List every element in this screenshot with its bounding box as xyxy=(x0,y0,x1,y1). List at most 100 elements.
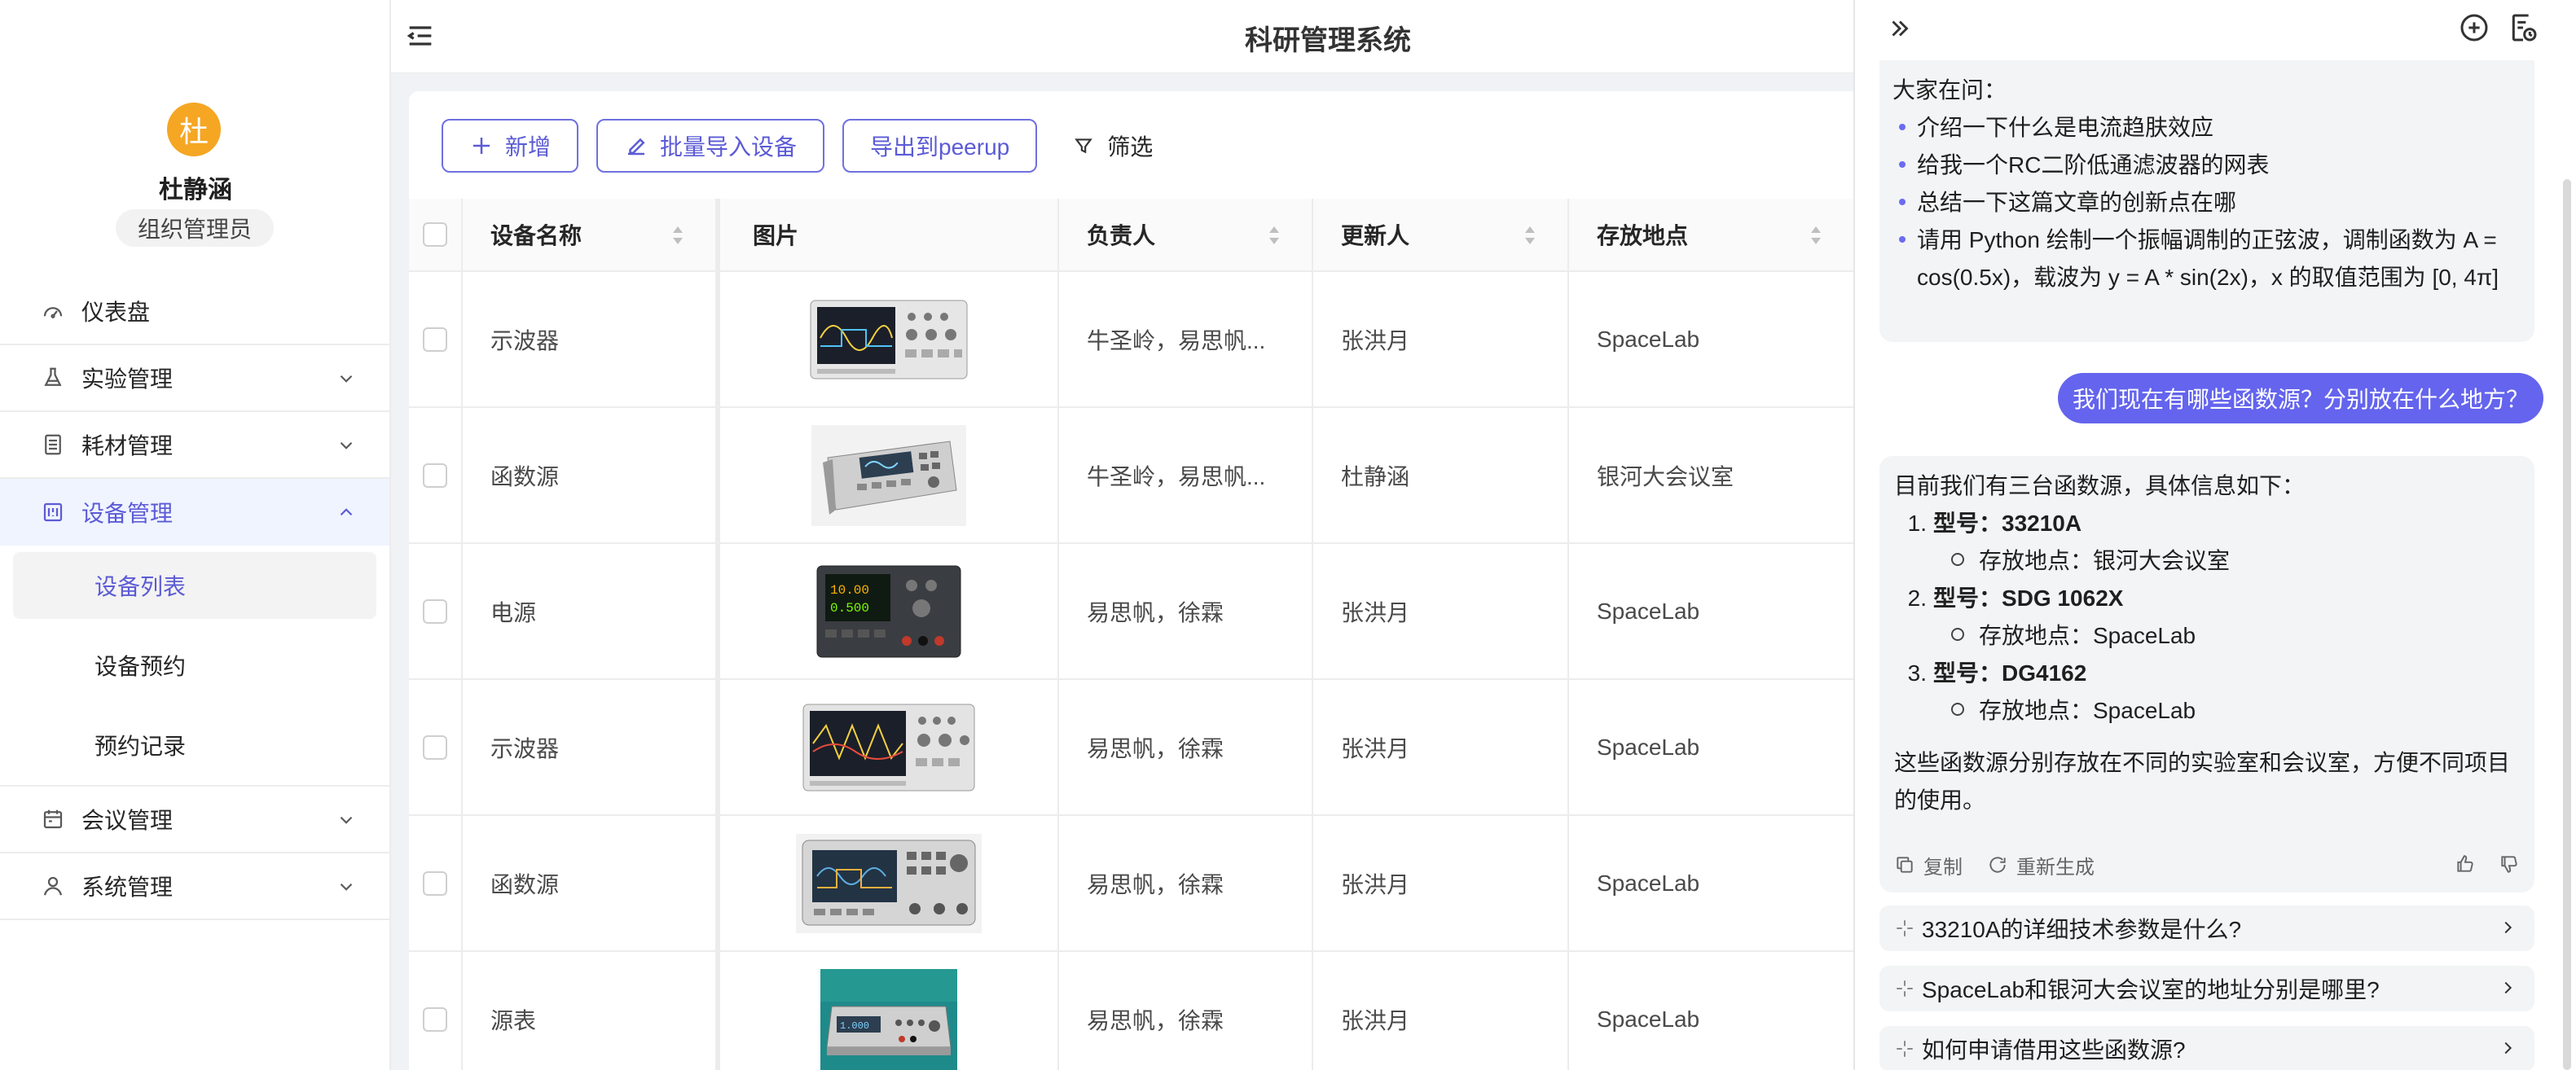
select-all-checkbox[interactable] xyxy=(423,222,447,247)
item-number: 2. xyxy=(1907,585,1927,611)
table-row[interactable]: 示波器 易思帆，徐霖 张洪月 SpaceLab xyxy=(409,680,1853,816)
assistant-answer: 目前我们有三台函数源，具体信息如下： 1. 型号：33210A 存放地点：银河大会… xyxy=(1879,456,2534,892)
answer-subitem: 存放地点：SpaceLab xyxy=(1894,692,2520,730)
item-label: 型号： xyxy=(1933,585,2002,611)
suggestion-list: 介绍一下什么是电流趋肤效应 给我一个RC二阶低通滤波器的网表 总结一下这篇文章的… xyxy=(1892,109,2521,296)
suggestion-item[interactable]: 介绍一下什么是电流趋肤效应 xyxy=(1892,109,2521,147)
chevron-down-icon xyxy=(340,883,353,891)
table-row[interactable]: 源表 1.000 易思帆，徐霖 张洪月 SpaceLab xyxy=(409,952,1853,1070)
row-checkbox[interactable] xyxy=(423,1006,447,1032)
row-checkbox[interactable] xyxy=(423,327,447,352)
sidebar-item-label: 会议管理 xyxy=(81,808,174,833)
updater-cell: 张洪月 xyxy=(1312,272,1567,406)
table-row[interactable]: 电源 10.00 0.500 易思帆，徐霖 张洪月 SpaceLab xyxy=(409,544,1853,680)
followup-label: SpaceLab和银河大会议室的地址分别是哪里? xyxy=(1922,977,2380,1002)
row-checkbox[interactable] xyxy=(423,735,447,760)
regenerate-label: 重新生成 xyxy=(2016,856,2095,879)
sidebar-item-device-booking[interactable]: 设备预约 xyxy=(13,632,376,699)
column-header-location[interactable]: 存放地点 xyxy=(1567,199,1853,270)
copy-icon xyxy=(1897,857,1913,873)
user-message: 我们现在有哪些函数源？分别放在什么地方？ xyxy=(2057,373,2543,423)
feedback-buttons xyxy=(2432,853,2520,875)
function-generator-image[interactable] xyxy=(796,833,982,933)
function-generator-image[interactable] xyxy=(811,424,966,526)
add-button[interactable]: 新增 xyxy=(442,119,579,173)
sidebar-item-meetings[interactable]: 会议管理 xyxy=(0,787,389,853)
new-chat-icon[interactable] xyxy=(2458,11,2490,44)
edit-icon xyxy=(628,138,645,156)
device-list-panel: 新增 批量导入设备 导出到peerup 筛选 设备名称 图片 负责人 更新人 存… xyxy=(409,91,1853,1070)
sort-icon[interactable] xyxy=(671,223,684,248)
suggestion-item[interactable]: 给我一个RC二阶低通滤波器的网表 xyxy=(1892,147,2521,184)
table-row[interactable]: 函数源 牛圣岭，易思帆... 杜静涵 银河大会议室 xyxy=(409,408,1853,544)
user-name: 杜静涵 xyxy=(159,177,232,204)
suggestion-item[interactable]: 请用 Python 绘制一个振幅调制的正弦波，调制函数为 A = cos(0.5… xyxy=(1892,221,2521,296)
double-chevron-right-icon[interactable] xyxy=(1886,15,1914,42)
sort-icon[interactable] xyxy=(1268,223,1281,248)
sidebar-item-system[interactable]: 系统管理 xyxy=(0,853,389,920)
followup-question[interactable]: 33210A的详细技术参数是什么? xyxy=(1879,906,2534,951)
chat-scrollbar[interactable] xyxy=(2563,179,2571,1070)
oscilloscope-image[interactable] xyxy=(802,701,976,794)
owner-cell: 易思帆，徐霖 xyxy=(1057,680,1312,814)
followup-label: 如何申请借用这些函数源? xyxy=(1922,1037,2186,1063)
table-row[interactable]: 函数源 易思帆，徐霖 张洪月 SpaceLab xyxy=(409,816,1853,952)
row-check-cell xyxy=(409,408,463,542)
answer-list: 1. 型号：33210A 存放地点：银河大会议室 2. 型号：SDG 1062X 存… xyxy=(1894,505,2520,730)
thumbs-up-icon[interactable] xyxy=(2455,853,2476,875)
sidebar-item-booking-records[interactable]: 预约记录 xyxy=(13,712,376,778)
sort-icon[interactable] xyxy=(1809,223,1822,248)
device-image-cell xyxy=(715,272,1057,406)
batch-import-label: 批量导入设备 xyxy=(660,134,798,160)
row-checkbox[interactable] xyxy=(423,463,447,488)
column-header-name[interactable]: 设备名称 xyxy=(463,199,715,270)
thumbs-down-icon[interactable] xyxy=(2499,853,2520,875)
column-label: 图片 xyxy=(753,223,799,248)
regenerate-button[interactable]: 重新生成 xyxy=(1987,851,2095,879)
device-name-cell: 函数源 xyxy=(490,463,560,489)
row-check-cell xyxy=(409,680,463,814)
updater-cell: 张洪月 xyxy=(1312,680,1567,814)
updater-cell: 张洪月 xyxy=(1312,544,1567,678)
avatar[interactable]: 杜 xyxy=(167,103,221,156)
table-header: 设备名称 图片 负责人 更新人 存放地点 xyxy=(409,199,1853,272)
column-header-owner[interactable]: 负责人 xyxy=(1057,199,1312,270)
row-checkbox[interactable] xyxy=(423,599,447,624)
sidebar-item-device-list[interactable]: 设备列表 xyxy=(13,552,376,619)
row-checkbox[interactable] xyxy=(423,870,447,896)
item-model: 33210A xyxy=(2002,511,2082,536)
updater-cell: 张洪月 xyxy=(1312,816,1567,950)
sidebar-item-consumables[interactable]: 耗材管理 xyxy=(0,412,389,479)
filter-button[interactable]: 筛选 xyxy=(1073,129,1153,162)
history-icon[interactable] xyxy=(2507,11,2539,44)
item-model: SDG 1062X xyxy=(2002,585,2124,611)
sidebar-item-label: 实验管理 xyxy=(81,366,174,392)
user-icon xyxy=(39,872,67,900)
source-meter-image[interactable]: 1.000 xyxy=(820,968,957,1070)
top-header: 科研管理系统 xyxy=(391,0,1853,73)
power-supply-image[interactable]: 10.00 0.500 xyxy=(815,563,962,660)
export-peerup-button[interactable]: 导出到peerup xyxy=(842,119,1038,173)
table-row[interactable]: 示波器 牛圣岭，易思帆... 张洪月 SpaceLab xyxy=(409,272,1853,408)
device-submenu: 设备列表 设备预约 预约记录 xyxy=(0,546,389,787)
calendar-icon xyxy=(39,805,67,833)
filter-label: 筛选 xyxy=(1107,134,1154,160)
row-check-cell xyxy=(409,272,463,406)
copy-button[interactable]: 复制 xyxy=(1894,851,1963,879)
sidebar-item-devices[interactable]: 设备管理 xyxy=(0,479,389,546)
batch-import-button[interactable]: 批量导入设备 xyxy=(596,119,825,173)
column-header-updater[interactable]: 更新人 xyxy=(1312,199,1567,270)
item-label: 型号： xyxy=(1933,660,2002,686)
sidebar-item-dashboard[interactable]: 仪表盘 xyxy=(0,278,389,345)
row-check-cell xyxy=(409,952,463,1070)
chevron-right-icon xyxy=(2504,1041,2512,1055)
sort-icon[interactable] xyxy=(1523,223,1536,248)
suggestion-item[interactable]: 总结一下这篇文章的创新点在哪 xyxy=(1892,184,2521,221)
sidebar-item-experiments[interactable]: 实验管理 xyxy=(0,345,389,412)
followup-question[interactable]: SpaceLab和银河大会议室的地址分别是哪里? xyxy=(1879,966,2534,1011)
device-image-cell: 1.000 xyxy=(715,952,1057,1070)
oscilloscope-image[interactable] xyxy=(809,297,969,382)
followup-question[interactable]: 如何申请借用这些函数源? xyxy=(1879,1026,2534,1070)
plus-icon xyxy=(473,138,490,154)
followup-label: 33210A的详细技术参数是什么? xyxy=(1922,917,2242,942)
